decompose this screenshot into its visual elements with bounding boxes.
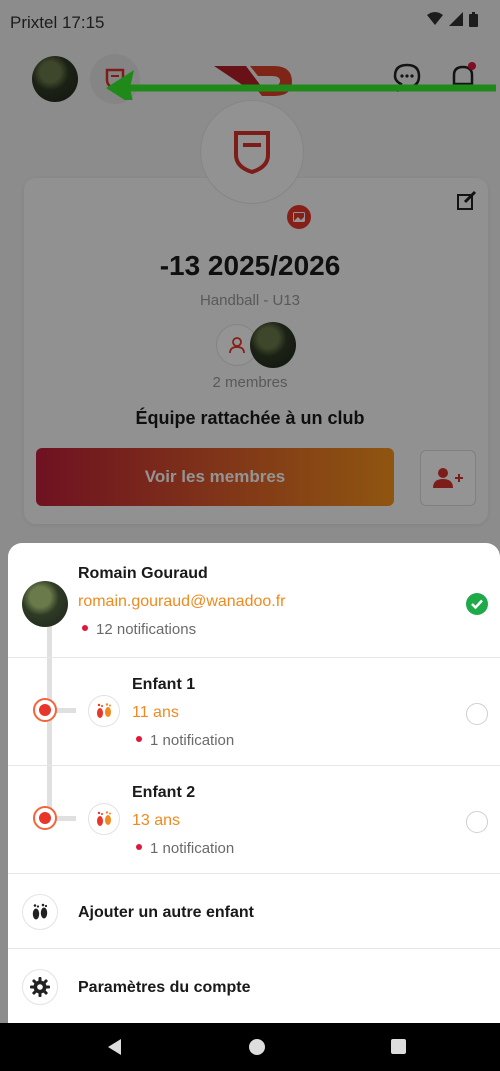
account-switcher-sheet: Romain Gouraud romain.gouraud@wanadoo.fr… <box>8 543 500 1023</box>
account-row-child-2[interactable]: Enfant 2 13 ans 1 notification <box>8 766 500 872</box>
parent-avatar <box>22 581 68 627</box>
nav-back-button[interactable] <box>108 1039 121 1055</box>
child-2-name: Enfant 2 <box>132 784 196 801</box>
notification-dot <box>82 625 88 632</box>
settings-icon-circle <box>22 969 58 1005</box>
child-2-notifications: 1 notification <box>136 840 234 857</box>
child-2-age: 13 ans <box>132 812 181 829</box>
tree-node <box>33 806 57 830</box>
child-avatar <box>88 803 120 835</box>
account-settings-label: Paramètres du compte <box>78 979 251 996</box>
child-2-radio[interactable] <box>466 811 488 833</box>
parent-notifications: 12 notifications <box>82 621 196 638</box>
notification-dot <box>136 844 142 851</box>
baby-feet-icon <box>97 811 111 826</box>
parent-name: Romain Gouraud <box>78 565 208 582</box>
child-2-notifications-label: 1 notification <box>150 840 235 857</box>
gear-icon <box>30 977 50 997</box>
baby-feet-icon <box>97 703 111 718</box>
baby-feet-icon <box>32 903 48 920</box>
child-1-radio[interactable] <box>466 703 488 725</box>
account-settings-row[interactable]: Paramètres du compte <box>8 949 500 1023</box>
child-1-notifications-label: 1 notification <box>150 732 235 749</box>
child-avatar <box>88 695 120 727</box>
selected-check <box>466 593 488 615</box>
check-icon <box>471 599 483 609</box>
parent-notifications-label: 12 notifications <box>96 621 197 638</box>
add-child-label: Ajouter un autre enfant <box>78 904 255 921</box>
nav-recents-button[interactable] <box>391 1039 406 1054</box>
system-nav-bar <box>0 1023 500 1071</box>
add-child-icon-circle <box>22 894 58 930</box>
add-child-row[interactable]: Ajouter un autre enfant <box>8 874 500 948</box>
nav-home-button[interactable] <box>249 1039 265 1055</box>
child-1-name: Enfant 1 <box>132 676 196 693</box>
parent-email: romain.gouraud@wanadoo.fr <box>78 593 286 610</box>
notification-dot <box>136 736 142 743</box>
child-1-age: 11 ans <box>132 704 179 721</box>
account-row-child-1[interactable]: Enfant 1 11 ans 1 notification <box>8 658 500 764</box>
account-row-parent[interactable]: Romain Gouraud romain.gouraud@wanadoo.fr… <box>8 543 500 657</box>
tree-node <box>33 698 57 722</box>
arrow-annotation <box>106 70 496 100</box>
child-1-notifications: 1 notification <box>136 732 234 749</box>
